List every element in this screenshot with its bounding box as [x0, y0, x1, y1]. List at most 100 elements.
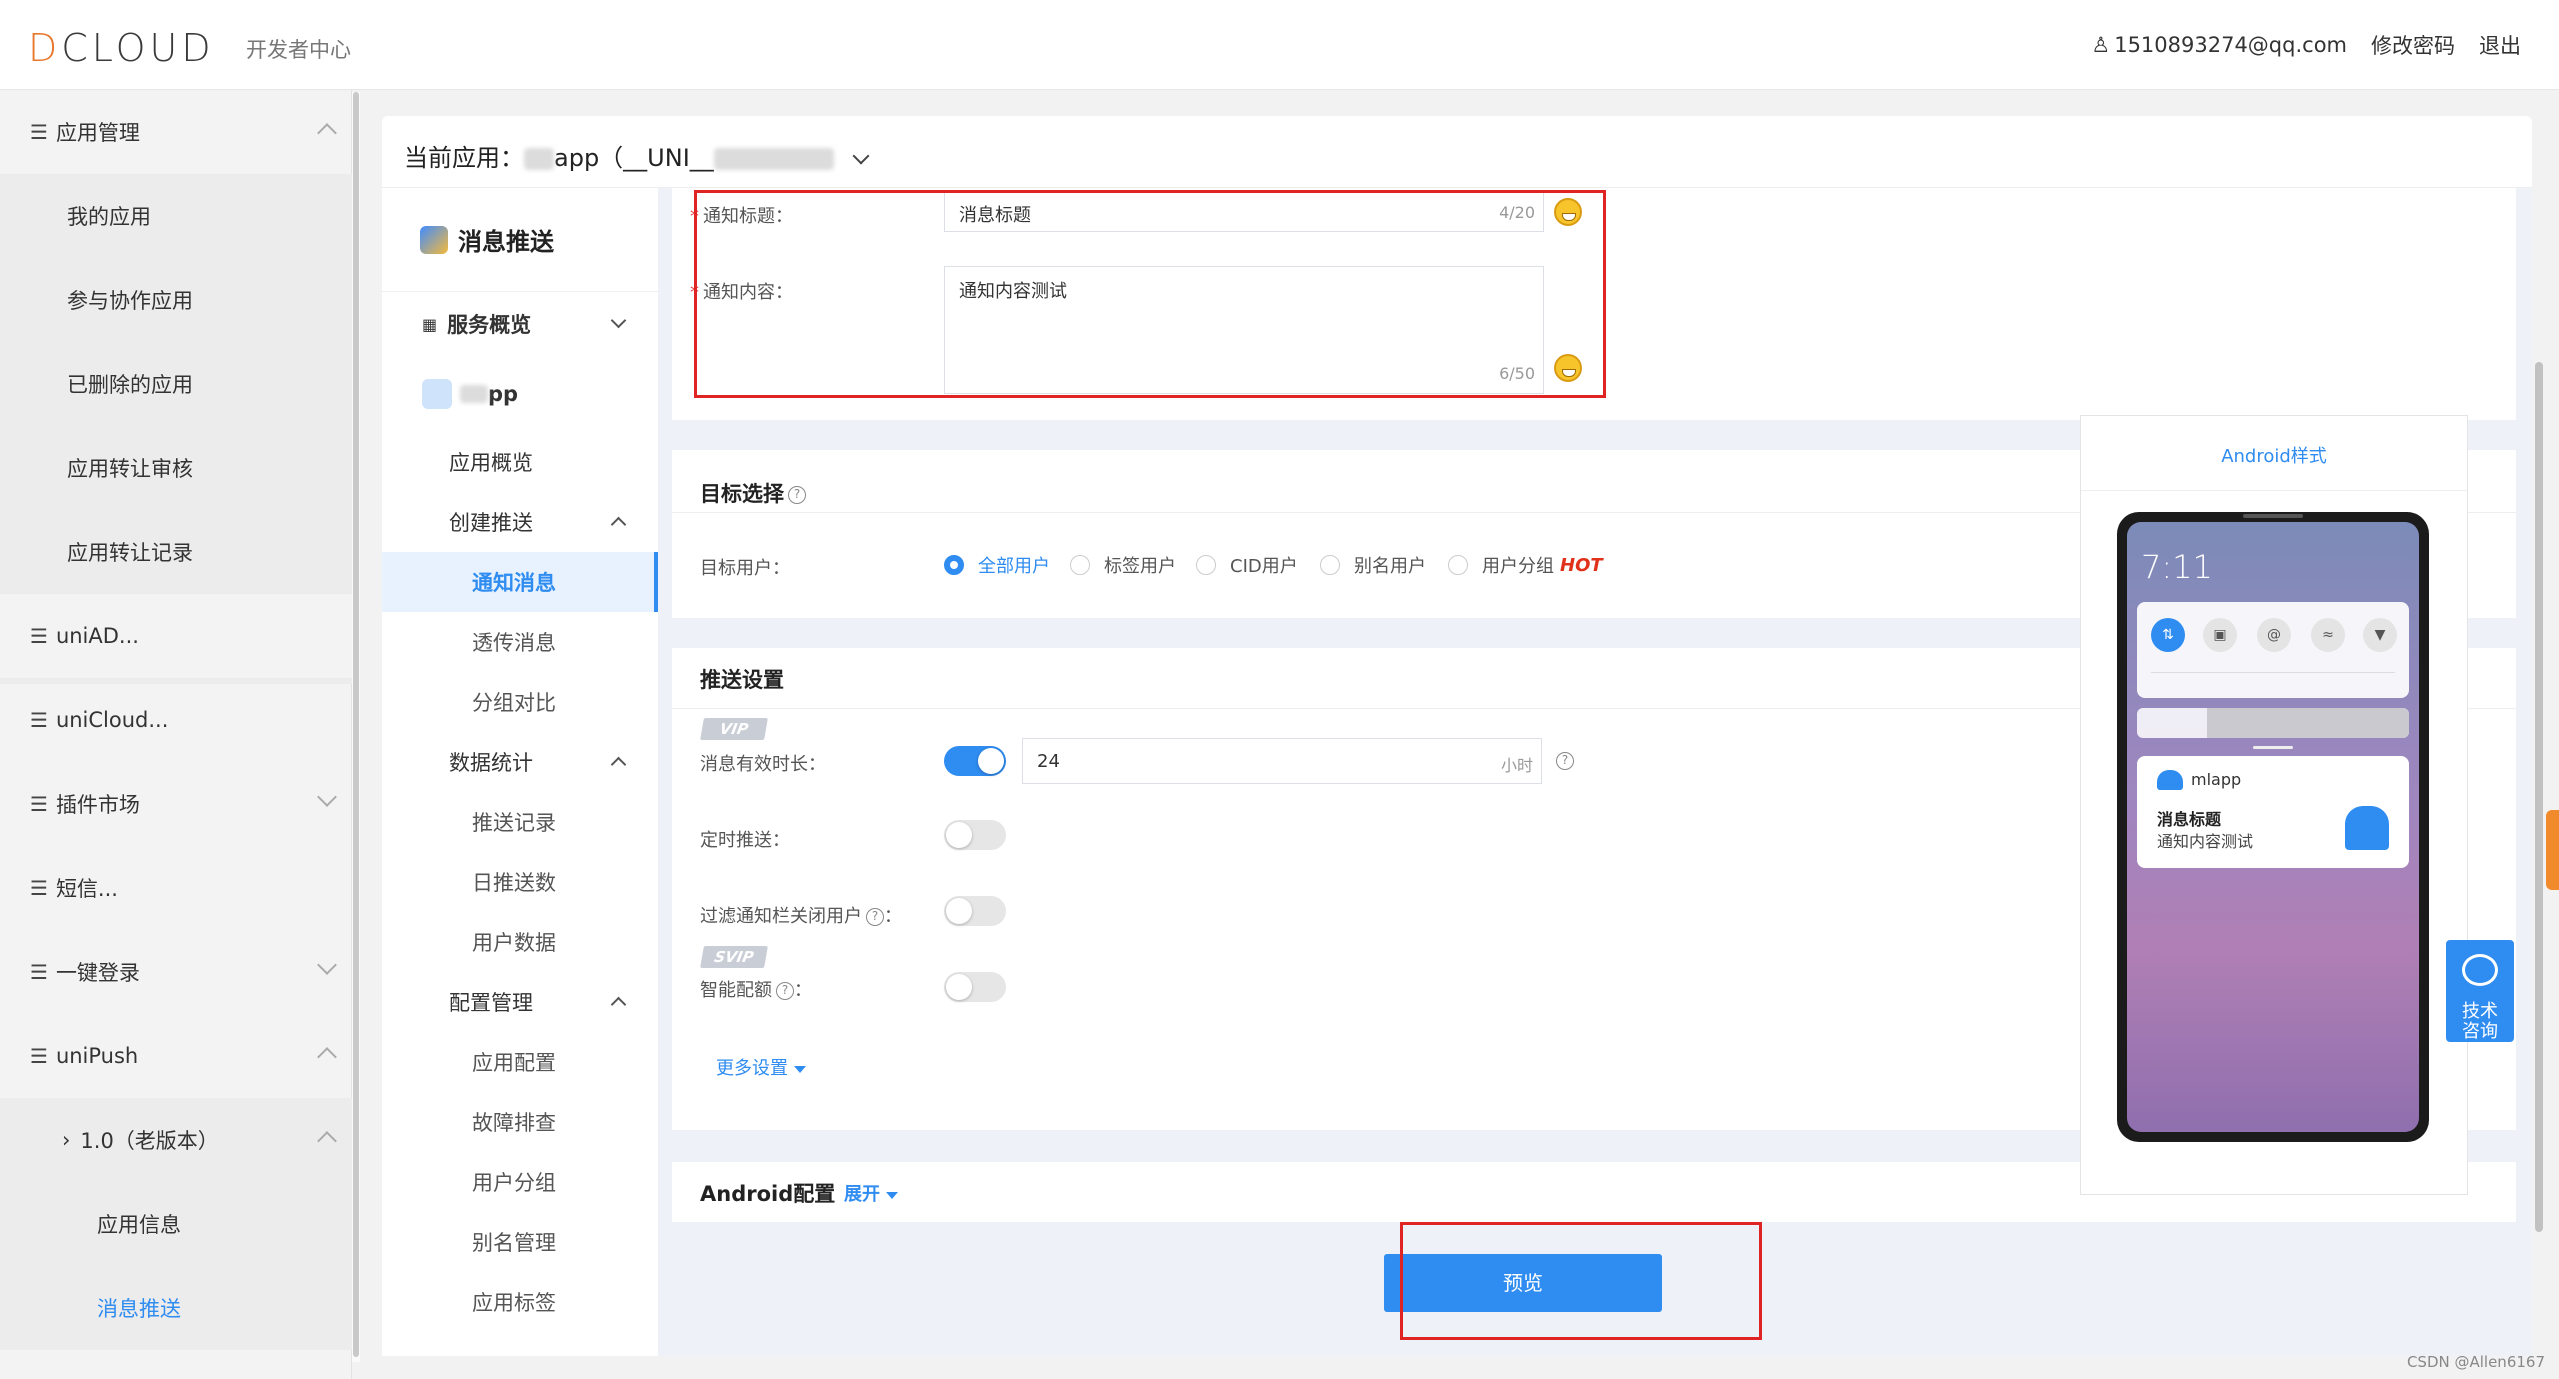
- subnav-notification-message[interactable]: 通知消息: [382, 552, 658, 612]
- user-area: ♙ 1510893274@qq.com 修改密码 退出: [2091, 30, 2521, 60]
- subnav-app-overview[interactable]: 应用概览: [382, 432, 658, 492]
- subnav-user-groups[interactable]: 用户分组: [382, 1152, 658, 1212]
- sidebar-item-app-management[interactable]: ☰ 应用管理: [0, 90, 352, 174]
- help-icon[interactable]: ?: [788, 486, 806, 504]
- current-app-bar[interactable]: 当前应用： app（__UNI__: [382, 116, 2532, 188]
- logout-link[interactable]: 退出: [2479, 30, 2521, 60]
- chevron-down-icon: [317, 955, 337, 975]
- sidebar-item-app-info[interactable]: 应用信息: [0, 1182, 352, 1266]
- chevron-up-icon: [317, 1131, 337, 1151]
- current-app-selector[interactable]: 当前应用： app（__UNI__: [404, 138, 870, 173]
- page-scrollbar[interactable]: [2532, 112, 2546, 1362]
- notification-app-name: mlapp: [2191, 770, 2242, 789]
- left-sidebar: ☰ 应用管理 我的应用 参与协作应用 已删除的应用 应用转让审核 应用转让记录 ☰…: [0, 90, 352, 1379]
- validity-input[interactable]: 24 小时: [1022, 738, 1542, 784]
- help-icon[interactable]: ?: [1556, 752, 1574, 770]
- sidebar-item-unicloud[interactable]: ☰ uniCloud...: [0, 678, 352, 762]
- sidebar-item-my-apps[interactable]: 我的应用: [0, 174, 352, 258]
- radio-tag-users[interactable]: 标签用户: [1070, 552, 1176, 578]
- grid-icon: ▦: [422, 314, 438, 334]
- user-account[interactable]: ♙ 1510893274@qq.com: [2091, 33, 2347, 57]
- subnav-create-push[interactable]: 创建推送: [382, 492, 658, 552]
- subnav-title: 消息推送: [382, 188, 658, 292]
- filter-closed-users-toggle[interactable]: [944, 896, 1006, 926]
- radio-all-users[interactable]: 全部用户: [944, 552, 1050, 578]
- list-icon: ☰: [30, 708, 48, 732]
- sidebar-item-unipush[interactable]: ☰ uniPush: [0, 1014, 352, 1098]
- subnav-troubleshoot[interactable]: 故障排查: [382, 1092, 658, 1152]
- subnav-daily-push[interactable]: 日推送数: [382, 852, 658, 912]
- change-password-link[interactable]: 修改密码: [2371, 30, 2455, 60]
- redacted-text: [713, 148, 834, 170]
- divider: [2081, 490, 2467, 491]
- sidebar-item-transfer-records[interactable]: 应用转让记录: [0, 510, 352, 594]
- phone-mockup: 7:11 ⇅ ▣ @ ≈ ▼ mlapp 消息标题 通知内容测试: [2117, 512, 2429, 1142]
- subnav-app-config[interactable]: 应用配置: [382, 1032, 658, 1092]
- radio-alias-users[interactable]: 别名用户: [1320, 552, 1426, 578]
- subnav-app-tags[interactable]: 应用标签: [382, 1272, 658, 1332]
- help-icon[interactable]: ?: [866, 908, 884, 926]
- android-preview-panel: Android样式 7:11 ⇅ ▣ @ ≈ ▼ mlapp 消息标题 通知内容…: [2080, 415, 2468, 1195]
- sidebar-item-deleted-apps[interactable]: 已删除的应用: [0, 342, 352, 426]
- tab-service-overview[interactable]: ▦ 服务概览: [382, 294, 658, 354]
- brightness-slider: [2137, 708, 2409, 738]
- target-users-label: 目标用户：: [700, 558, 790, 579]
- hot-badge: HOT: [1560, 554, 1603, 576]
- side-tab[interactable]: [2546, 810, 2559, 890]
- subnav-transparent-message[interactable]: 透传消息: [382, 612, 658, 672]
- lock-icon: ▣: [2203, 618, 2237, 652]
- smart-quota-toggle[interactable]: [944, 972, 1006, 1002]
- top-header: DCLOUD 开发者中心 ♙ 1510893274@qq.com 修改密码 退出: [0, 0, 2559, 90]
- subnav-group-compare[interactable]: 分组对比: [382, 672, 658, 732]
- list-icon: ☰: [30, 960, 48, 984]
- subnav-app-entry[interactable]: pp: [382, 364, 658, 424]
- quick-settings: ⇅ ▣ @ ≈ ▼: [2137, 602, 2409, 698]
- sidebar-scrollbar[interactable]: [352, 92, 360, 1362]
- dcloud-logo[interactable]: DCLOUD: [28, 26, 215, 70]
- subnav-config-mgmt[interactable]: 配置管理: [382, 972, 658, 1032]
- highlight-box-preview: [1400, 1222, 1762, 1340]
- chevron-down-icon: [317, 787, 337, 807]
- wifi-icon: ≈: [2311, 618, 2345, 652]
- radio-user-group[interactable]: 用户分组 HOT: [1448, 552, 1603, 578]
- highlight-box-content: [694, 190, 1606, 398]
- notification-title: 消息标题: [2157, 810, 2222, 829]
- more-settings-link[interactable]: 更多设置: [716, 1054, 806, 1080]
- radio-cid-users[interactable]: CID用户: [1196, 552, 1298, 578]
- sidebar-item-collab-apps[interactable]: 参与协作应用: [0, 258, 352, 342]
- chevron-up-icon: [610, 516, 627, 533]
- flashlight-icon: ▼: [2363, 618, 2397, 652]
- list-icon: ☰: [30, 876, 48, 900]
- smart-quota-label: 智能配额?：: [700, 980, 812, 1001]
- sidebar-item-one-click-login[interactable]: ☰ 一键登录: [0, 930, 352, 1014]
- phone-screen: 7:11 ⇅ ▣ @ ≈ ▼ mlapp 消息标题 通知内容测试: [2127, 522, 2419, 1132]
- validity-toggle[interactable]: [944, 746, 1006, 776]
- target-section-title: 目标选择?: [700, 478, 806, 508]
- expand-android-config-link[interactable]: 展开: [844, 1180, 898, 1206]
- subnav-user-data[interactable]: 用户数据: [382, 912, 658, 972]
- sidebar-item-old-version[interactable]: › 1.0（老版本）: [0, 1098, 352, 1182]
- chevron-up-icon: [317, 1047, 337, 1067]
- subnav-alias-mgmt[interactable]: 别名管理: [382, 1212, 658, 1272]
- filter-closed-users-label: 过滤通知栏关闭用户?：: [700, 906, 902, 927]
- subnav-data-stats[interactable]: 数据统计: [382, 732, 658, 792]
- validity-label: 消息有效时长：: [700, 754, 826, 775]
- scheduled-push-toggle[interactable]: [944, 820, 1006, 850]
- chevron-up-icon: [317, 123, 337, 143]
- sidebar-item-plugin-market[interactable]: ☰ 插件市场: [0, 762, 352, 846]
- sidebar-item-transfer-review[interactable]: 应用转让审核: [0, 426, 352, 510]
- chevron-up-icon: [610, 756, 627, 773]
- tech-support-button[interactable]: 技术咨询: [2446, 940, 2514, 1042]
- list-icon: ☰: [30, 624, 48, 648]
- sidebar-item-uniad[interactable]: ☰ uniAD...: [0, 594, 352, 678]
- android-icon: [2157, 770, 2183, 790]
- redacted-text: [460, 385, 488, 403]
- svip-badge: SVIP: [700, 946, 768, 968]
- chat-bubble-icon: [2462, 954, 2498, 986]
- help-icon[interactable]: ?: [776, 982, 794, 1000]
- phone-clock: 7:11: [2141, 548, 2213, 586]
- preview-title[interactable]: Android样式: [2081, 442, 2467, 468]
- sidebar-item-message-push[interactable]: 消息推送: [0, 1266, 352, 1350]
- subnav-push-records[interactable]: 推送记录: [382, 792, 658, 852]
- sidebar-item-sms[interactable]: ☰ 短信...: [0, 846, 352, 930]
